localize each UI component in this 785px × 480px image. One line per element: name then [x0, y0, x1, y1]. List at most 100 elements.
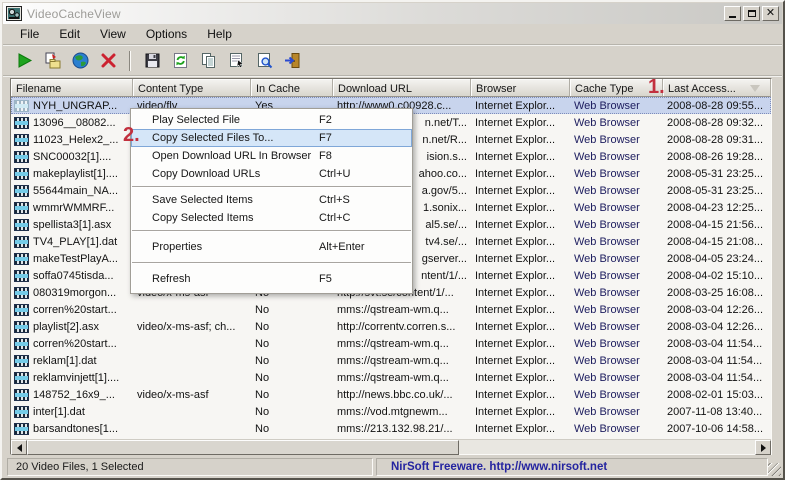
table-row[interactable]: corren%20start... No mms://qstream-wm.q.… [11, 301, 771, 318]
menu-item-label: Save Selected Items [131, 194, 317, 206]
exit-button[interactable] [281, 50, 303, 72]
delete-x-icon [99, 51, 118, 70]
column-header-last-access[interactable]: Last Access... [663, 79, 771, 97]
cell-filename: makeTestPlayA... [11, 253, 133, 265]
menu-edit[interactable]: Edit [49, 24, 90, 44]
cell-filename: reklam[1].dat [11, 355, 133, 367]
table-row[interactable]: inter[1].dat No mms://vod.mtgnewm... Int… [11, 403, 771, 420]
copy-files-icon [43, 51, 62, 70]
cell-last-access: 2008-08-28 09:55... [663, 100, 771, 112]
cell-in-cache: No [251, 389, 333, 401]
menu-separator [132, 230, 411, 232]
scroll-right-button[interactable] [755, 440, 771, 455]
maximize-button[interactable] [743, 6, 760, 21]
column-header-browser[interactable]: Browser [471, 79, 570, 97]
cell-filename: inter[1].dat [11, 406, 133, 418]
cell-browser: Internet Explor... [471, 406, 570, 418]
delete-button[interactable] [97, 50, 119, 72]
cell-last-access: 2008-03-04 11:54... [663, 372, 771, 384]
context-menu-item[interactable]: Refresh F5 [131, 267, 412, 291]
app-icon[interactable] [6, 6, 22, 21]
film-strip-icon [14, 406, 29, 418]
menu-item-label: Play Selected File [131, 114, 317, 126]
close-button[interactable]: ✕ [762, 6, 779, 21]
refresh-icon [171, 51, 190, 70]
context-menu-item[interactable]: Play Selected File F2 [131, 111, 412, 129]
minimize-button[interactable] [724, 6, 741, 21]
film-strip-icon [14, 117, 29, 129]
cell-browser: Internet Explor... [471, 321, 570, 333]
film-strip-icon [14, 321, 29, 333]
cell-last-access: 2008-03-04 12:26... [663, 321, 771, 333]
film-strip-icon [14, 134, 29, 146]
cell-filename: wmmrWMMRF... [11, 202, 133, 214]
cell-filename: 148752_16x9_... [11, 389, 133, 401]
copy-button[interactable] [197, 50, 219, 72]
cell-in-cache: No [251, 304, 333, 316]
context-menu-item[interactable]: Properties Alt+Enter [131, 235, 412, 259]
cell-browser: Internet Explor... [471, 270, 570, 282]
menu-file[interactable]: File [10, 24, 49, 44]
find-icon [255, 51, 274, 70]
cell-browser: Internet Explor... [471, 389, 570, 401]
nirsoft-link[interactable]: NirSoft Freeware. http://www.nirsoft.net [385, 461, 607, 473]
menu-item-shortcut: F8 [317, 150, 412, 162]
menu-separator [132, 186, 411, 188]
cell-last-access: 2007-11-08 13:40... [663, 406, 771, 418]
table-row[interactable]: corren%20start... No mms://qstream-wm.q.… [11, 335, 771, 352]
cell-filename: TV4_PLAY[1].dat [11, 236, 133, 248]
open-in-browser-button[interactable] [69, 50, 91, 72]
context-menu-item[interactable]: Copy Selected Files To... F7 [131, 129, 412, 147]
cell-cache-type: Web Browser [570, 338, 663, 350]
cell-cache-type: Web Browser [570, 287, 663, 299]
menu-help[interactable]: Help [197, 24, 242, 44]
column-header-download-url[interactable]: Download URL [333, 79, 471, 97]
cell-browser: Internet Explor... [471, 151, 570, 163]
refresh-button[interactable] [169, 50, 191, 72]
menu-item-shortcut: Ctrl+C [317, 212, 412, 224]
film-strip-icon [14, 219, 29, 231]
cell-filename: 13096__08082... [11, 117, 133, 129]
horizontal-scrollbar[interactable] [11, 439, 771, 454]
cell-last-access: 2008-04-02 15:10... [663, 270, 771, 282]
copy-icon [199, 51, 218, 70]
properties-button[interactable] [225, 50, 247, 72]
cell-download-url: mms://qstream-wm.q... [333, 355, 471, 367]
context-menu-item[interactable]: Copy Download URLs Ctrl+U [131, 165, 412, 183]
column-header-filename[interactable]: Filename [11, 79, 133, 97]
context-menu-item[interactable]: Open Download URL In Browser F8 [131, 147, 412, 165]
cell-cache-type: Web Browser [570, 406, 663, 418]
menu-separator [132, 262, 411, 264]
scroll-left-button[interactable] [11, 440, 27, 455]
table-row[interactable]: reklam[1].dat No mms://qstream-wm.q... I… [11, 352, 771, 369]
maximize-icon [748, 10, 756, 17]
film-strip-icon [14, 100, 29, 112]
table-row[interactable]: reklamvinjett[1].... No mms://qstream-wm… [11, 369, 771, 386]
film-strip-icon [14, 270, 29, 282]
context-menu-item[interactable]: Save Selected Items Ctrl+S [131, 191, 412, 209]
play-button[interactable] [13, 50, 35, 72]
film-strip-icon [14, 423, 29, 435]
menu-item-shortcut: F5 [317, 273, 412, 285]
menu-bar: File Edit View Options Help [3, 24, 782, 45]
menu-view[interactable]: View [90, 24, 136, 44]
cell-filename: 080319morgon... [11, 287, 133, 299]
column-header-content-type[interactable]: Content Type [133, 79, 251, 97]
save-button[interactable] [141, 50, 163, 72]
cell-filename: corren%20start... [11, 338, 133, 350]
column-header-in-cache[interactable]: In Cache [251, 79, 333, 97]
menu-item-label: Open Download URL In Browser [131, 150, 317, 162]
copy-files-to-button[interactable] [41, 50, 63, 72]
play-icon [15, 51, 34, 70]
scrollbar-thumb[interactable] [27, 440, 459, 455]
table-row[interactable]: playlist[2].asx video/x-ms-asf; ch... No… [11, 318, 771, 335]
table-row[interactable]: barsandtones[1... No mms://213.132.98.21… [11, 420, 771, 437]
context-menu-item[interactable]: Copy Selected Items Ctrl+C [131, 209, 412, 227]
menu-options[interactable]: Options [136, 24, 197, 44]
find-button[interactable] [253, 50, 275, 72]
table-row[interactable]: 148752_16x9_... video/x-ms-asf No http:/… [11, 386, 771, 403]
resize-grip[interactable] [768, 463, 781, 476]
title-bar[interactable]: VideoCacheView ✕ [3, 3, 782, 24]
cell-cache-type: Web Browser [570, 304, 663, 316]
film-strip-icon [14, 236, 29, 248]
